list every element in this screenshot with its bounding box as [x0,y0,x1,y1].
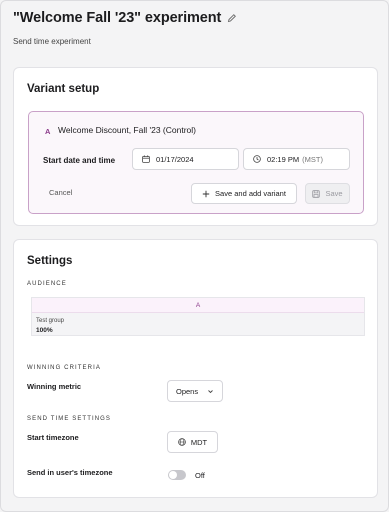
settings-title: Settings [27,255,73,267]
variant-letter-badge: A [45,127,51,136]
users-timezone-toggle[interactable] [168,470,186,480]
floppy-disk-icon [312,189,321,198]
save-button[interactable]: Save [305,183,350,204]
experiment-page: "Welcome Fall '23" experiment Send time … [0,0,389,512]
start-time-value: 02:19 PM [267,154,300,164]
start-timezone-button[interactable]: MDT [167,431,218,453]
save-label: Save [325,189,343,198]
send-time-settings-section-label: SEND TIME SETTINGS [27,416,112,422]
globe-icon [178,438,186,446]
variant-setup-title: Variant setup [27,83,100,95]
users-timezone-label: Send in user's timezone [27,468,113,477]
chevron-down-icon [207,388,214,395]
variant-name: Welcome Discount, Fall '23 (Control) [58,125,196,135]
winning-metric-value: Opens [176,386,199,396]
audience-section-label: AUDIENCE [27,281,67,287]
winning-metric-select[interactable]: Opens [167,380,223,402]
start-time-zone: (MST) [302,154,323,164]
start-time-input[interactable]: 02:19 PM (MST) [243,148,350,170]
start-date-value: 01/17/2024 [156,154,194,164]
page-header: "Welcome Fall '23" experiment Send time … [13,9,237,46]
toggle-knob [169,471,177,479]
save-and-add-variant-button[interactable]: Save and add variant [191,183,297,204]
page-subtitle: Send time experiment [13,37,91,46]
save-and-add-variant-label: Save and add variant [215,189,286,198]
start-timezone-label: Start timezone [27,433,79,442]
settings-card: Settings AUDIENCE A Test group 100% WINN… [13,239,378,498]
variant-editor: A Welcome Discount, Fall '23 (Control) S… [28,111,364,214]
users-timezone-state: Off [195,471,205,480]
variant-setup-card: Variant setup A Welcome Discount, Fall '… [13,67,378,226]
page-title: "Welcome Fall '23" experiment [13,10,237,26]
page-title-text: "Welcome Fall '23" experiment [13,10,222,26]
winning-metric-label: Winning metric [27,382,82,391]
audience-group-label: Test group [36,318,65,324]
audience-split-bar: A Test group 100% [31,297,365,336]
audience-variant-segment[interactable]: A [32,298,364,313]
start-date-time-label: Start date and time [43,156,116,165]
clock-icon [253,155,261,163]
start-timezone-value: MDT [190,437,208,447]
cancel-button[interactable]: Cancel [49,188,72,197]
winning-criteria-section-label: WINNING CRITERIA [27,365,101,371]
plus-icon [202,190,210,198]
audience-group-percent: 100% [36,327,53,334]
start-date-input[interactable]: 01/17/2024 [132,148,239,170]
audience-variant-letter: A [195,301,201,309]
calendar-icon [142,155,150,163]
pencil-icon[interactable] [227,13,237,23]
